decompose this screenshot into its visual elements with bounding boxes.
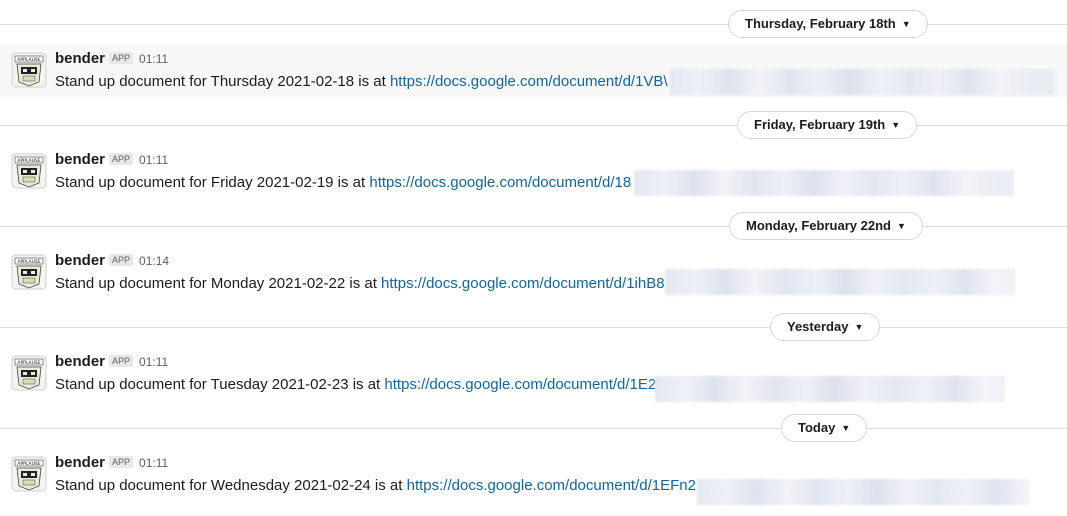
message-row[interactable]: APPLAUSE bender APP 01:11 Stand up documen… bbox=[0, 348, 1067, 402]
message-row[interactable]: APPLAUSE bender APP 01:11 Stand up documen… bbox=[0, 45, 1067, 97]
redacted-link-blur bbox=[665, 269, 1015, 295]
chevron-down-icon: ▼ bbox=[891, 120, 901, 130]
date-jump-button[interactable]: Friday, February 19th ▼ bbox=[737, 111, 918, 139]
message-timestamp[interactable]: 01:11 bbox=[139, 52, 168, 66]
sender-name[interactable]: bender bbox=[55, 353, 105, 370]
app-badge: APP bbox=[109, 355, 134, 367]
date-label: Monday, February 22nd bbox=[746, 218, 891, 233]
sender-name[interactable]: bender bbox=[55, 252, 105, 269]
message-feed: Thursday, February 18th ▼ APPLAUSE bender… bbox=[0, 0, 1067, 516]
app-badge: APP bbox=[109, 153, 134, 165]
message-body: Stand up document for Tuesday 2021-02-23… bbox=[55, 376, 385, 393]
document-link[interactable]: https://docs.google.com/document/d/18 bbox=[369, 174, 631, 191]
message-text: Stand up document for Monday 2021-02-22 … bbox=[55, 275, 665, 292]
chevron-down-icon: ▼ bbox=[901, 19, 911, 29]
message-header: bender APP 01:11 bbox=[55, 151, 168, 171]
message-text: Stand up document for Tuesday 2021-02-23… bbox=[55, 376, 656, 393]
redacted-link-blur bbox=[634, 170, 1014, 196]
app-badge: APP bbox=[109, 456, 134, 468]
svg-text:APPLAUSE: APPLAUSE bbox=[17, 360, 40, 366]
svg-text:APPLAUSE: APPLAUSE bbox=[17, 461, 40, 467]
message-text: Stand up document for Friday 2021-02-19 … bbox=[55, 174, 631, 191]
message-text: Stand up document for Wednesday 2021-02-… bbox=[55, 477, 696, 494]
sender-name[interactable]: bender bbox=[55, 151, 105, 168]
sender-name[interactable]: bender bbox=[55, 454, 105, 471]
date-label: Yesterday bbox=[787, 319, 849, 334]
applause-badge-icon[interactable]: APPLAUSE bbox=[11, 52, 47, 88]
message-body: Stand up document for Friday 2021-02-19 … bbox=[55, 174, 370, 191]
date-label: Thursday, February 18th bbox=[745, 16, 896, 31]
date-divider: Today ▼ bbox=[0, 414, 1067, 444]
message-timestamp[interactable]: 01:11 bbox=[139, 355, 168, 369]
divider-line bbox=[0, 428, 1067, 429]
date-divider: Yesterday ▼ bbox=[0, 313, 1067, 343]
sender-name[interactable]: bender bbox=[55, 50, 105, 67]
chevron-down-icon: ▼ bbox=[841, 423, 851, 433]
date-jump-button[interactable]: Thursday, February 18th ▼ bbox=[728, 10, 928, 38]
message-body: Stand up document for Wednesday 2021-02-… bbox=[55, 477, 407, 494]
document-link[interactable]: https://docs.google.com/document/d/1EFn2 bbox=[407, 477, 696, 494]
date-divider: Monday, February 22nd ▼ bbox=[0, 212, 1067, 242]
chevron-down-icon: ▼ bbox=[896, 221, 906, 231]
redacted-link-blur bbox=[697, 479, 1030, 505]
date-divider: Thursday, February 18th ▼ bbox=[0, 10, 1067, 40]
document-link[interactable]: https://docs.google.com/document/d/1E2 bbox=[384, 376, 656, 393]
message-timestamp[interactable]: 01:11 bbox=[139, 153, 168, 167]
applause-badge-icon[interactable]: APPLAUSE bbox=[11, 153, 47, 189]
redacted-link-blur bbox=[655, 376, 1005, 402]
message-header: bender APP 01:11 bbox=[55, 353, 168, 373]
date-label: Today bbox=[798, 420, 836, 435]
app-badge: APP bbox=[109, 52, 134, 64]
chevron-down-icon: ▼ bbox=[854, 322, 864, 332]
message-header: bender APP 01:11 bbox=[55, 50, 168, 70]
message-body: Stand up document for Monday 2021-02-22 … bbox=[55, 275, 382, 292]
date-jump-button[interactable]: Monday, February 22nd ▼ bbox=[729, 212, 923, 240]
message-timestamp[interactable]: 01:11 bbox=[139, 456, 168, 470]
date-jump-button[interactable]: Yesterday ▼ bbox=[770, 313, 881, 341]
message-header: bender APP 01:14 bbox=[55, 252, 169, 272]
message-row[interactable]: APPLAUSE bender APP 01:14 Stand up documen… bbox=[0, 247, 1067, 299]
svg-text:APPLAUSE: APPLAUSE bbox=[17, 57, 40, 63]
message-timestamp[interactable]: 01:14 bbox=[139, 254, 169, 268]
divider-line bbox=[0, 327, 1067, 328]
date-label: Friday, February 19th bbox=[754, 117, 886, 132]
redacted-link-blur bbox=[670, 69, 1055, 95]
app-badge: APP bbox=[109, 254, 134, 266]
date-divider: Friday, February 19th ▼ bbox=[0, 111, 1067, 141]
applause-badge-icon[interactable]: APPLAUSE bbox=[11, 456, 47, 492]
svg-text:APPLAUSE: APPLAUSE bbox=[17, 259, 40, 265]
message-header: bender APP 01:11 bbox=[55, 454, 168, 474]
applause-badge-icon[interactable]: APPLAUSE bbox=[11, 254, 47, 290]
document-link[interactable]: https://docs.google.com/document/d/1VB\ bbox=[390, 73, 668, 90]
message-text: Stand up document for Thursday 2021-02-1… bbox=[55, 73, 668, 90]
svg-text:APPLAUSE: APPLAUSE bbox=[17, 158, 40, 164]
document-link[interactable]: https://docs.google.com/document/d/1ihB8 bbox=[381, 275, 665, 292]
message-row[interactable]: APPLAUSE bender APP 01:11 Stand up documen… bbox=[0, 449, 1067, 505]
message-body: Stand up document for Thursday 2021-02-1… bbox=[55, 73, 390, 90]
applause-badge-icon[interactable]: APPLAUSE bbox=[11, 355, 47, 391]
message-row[interactable]: APPLAUSE bender APP 01:11 Stand up documen… bbox=[0, 146, 1067, 198]
date-jump-button[interactable]: Today ▼ bbox=[781, 414, 868, 442]
